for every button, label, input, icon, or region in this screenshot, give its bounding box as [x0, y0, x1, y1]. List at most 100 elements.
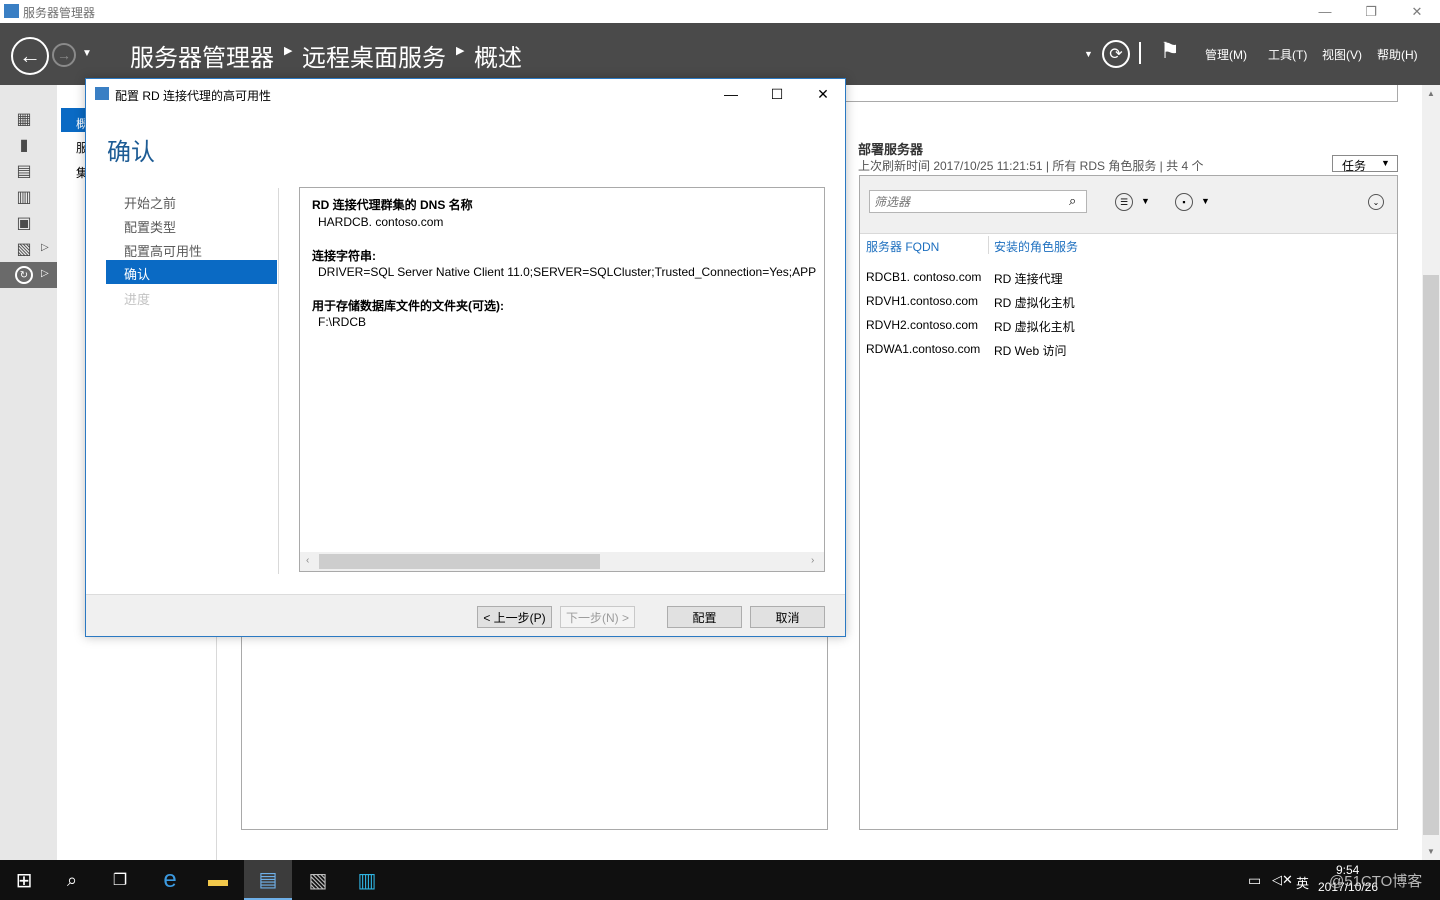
- watermark: @51CTO博客: [1329, 873, 1423, 890]
- back-button[interactable]: ←: [11, 37, 49, 75]
- dashboard-icon[interactable]: ▦: [14, 110, 34, 128]
- menu-view[interactable]: 视图(V): [1322, 46, 1362, 63]
- dns-name-label: RD 连接代理群集的 DNS 名称: [312, 198, 473, 212]
- chevron-down-icon[interactable]: ▼: [1141, 196, 1150, 206]
- scroll-left-icon[interactable]: ‹: [306, 555, 309, 566]
- chevron-down-icon: ▼: [1381, 158, 1390, 168]
- scroll-thumb[interactable]: [1423, 275, 1439, 835]
- connection-string-value: DRIVER=SQL Server Native Client 11.0;SER…: [318, 265, 817, 279]
- ime-indicator[interactable]: 英: [1296, 873, 1309, 892]
- close-button[interactable]: ✕: [1394, 0, 1440, 23]
- scroll-up-icon[interactable]: ▲: [1427, 89, 1435, 98]
- search-icon[interactable]: ⌕: [48, 860, 96, 900]
- cancel-button[interactable]: 取消: [750, 606, 825, 628]
- filter-input[interactable]: [869, 190, 1087, 213]
- horizontal-scrollbar[interactable]: ‹ ›: [300, 552, 824, 571]
- column-divider: [988, 236, 989, 254]
- dialog-title: 配置 RD 连接代理的高可用性: [115, 89, 272, 103]
- volume-muted-icon[interactable]: ◁✕: [1272, 872, 1293, 888]
- server-manager-icon: [95, 87, 109, 100]
- save-query-icon[interactable]: ▪: [1175, 193, 1193, 211]
- dialog-maximize-button[interactable]: ☐: [754, 79, 800, 109]
- refresh-icon[interactable]: ⟳: [1102, 40, 1130, 68]
- server-fqdn-cell[interactable]: RDVH1.contoso.com: [866, 294, 978, 308]
- network-icon[interactable]: ▭: [1248, 872, 1261, 889]
- deploy-servers-panel: ⌕ ☰ ▼ ▪ ▼ ⌄ 服务器 FQDN 安装的角色服务 RDCB1. cont…: [859, 175, 1398, 830]
- ha-config-dialog: 配置 RD 连接代理的高可用性 — ☐ ✕ 确认 开始之前 配置类型 配置高可用…: [85, 78, 846, 637]
- deploy-servers-title: 部署服务器: [858, 142, 924, 157]
- collapse-icon[interactable]: ⌄: [1368, 194, 1384, 210]
- db-folder-label: 用于存储数据库文件的文件夹(可选):: [312, 299, 504, 313]
- expand-arrow-icon: ▷: [41, 268, 49, 279]
- connection-string-label: 连接字符串:: [312, 249, 376, 263]
- dropdown-icon[interactable]: ▼: [1084, 49, 1093, 59]
- breadcrumb-root[interactable]: 服务器管理器: [130, 38, 274, 73]
- start-button[interactable]: ⊞: [0, 860, 48, 900]
- step-before-you-begin[interactable]: 开始之前: [124, 193, 176, 212]
- server-fqdn-cell[interactable]: RDCB1. contoso.com: [866, 270, 981, 284]
- breadcrumb-separator-icon: ▶: [456, 45, 465, 57]
- deploy-refresh-info: 上次刷新时间 2017/10/25 11:21:51 | 所有 RDS 角色服务…: [858, 159, 1204, 173]
- azure-taskbar-icon[interactable]: ▥: [343, 860, 391, 900]
- list-options-icon[interactable]: ☰: [1115, 193, 1133, 211]
- task-view-icon[interactable]: ❐: [96, 860, 144, 900]
- menu-manage[interactable]: 管理(M): [1205, 46, 1247, 63]
- sidebar-item-rds[interactable]: ↻ ▷: [0, 262, 57, 288]
- breadcrumb-separator-icon: ▶: [284, 45, 293, 57]
- server-fqdn-cell[interactable]: RDWA1.contoso.com: [866, 342, 980, 356]
- all-servers-icon[interactable]: ▤: [14, 162, 34, 180]
- file-storage-icon[interactable]: ▥: [14, 188, 34, 206]
- window-titlebar: 服务器管理器 — ❐ ✕: [0, 0, 1440, 23]
- menu-help[interactable]: 帮助(H): [1377, 46, 1418, 63]
- main-scrollbar[interactable]: ▲ ▼: [1422, 85, 1440, 860]
- notifications-flag-icon[interactable]: ⚑: [1160, 38, 1180, 64]
- file-explorer-icon[interactable]: ▬: [194, 860, 242, 900]
- previous-button[interactable]: < 上一步(P): [477, 606, 552, 628]
- dialog-close-button[interactable]: ✕: [800, 79, 846, 109]
- server-fqdn-cell[interactable]: RDVH2.contoso.com: [866, 318, 978, 332]
- minimize-button[interactable]: —: [1302, 0, 1348, 23]
- scroll-thumb[interactable]: [319, 554, 600, 569]
- server-role-cell: RD Web 访问: [994, 344, 1067, 358]
- expand-arrow-icon[interactable]: ▷: [41, 242, 49, 253]
- breadcrumb-rds[interactable]: 远程桌面服务: [302, 38, 446, 73]
- steps-divider: [278, 188, 279, 574]
- internet-explorer-icon[interactable]: e: [146, 860, 194, 900]
- step-confirm-label: 确认: [124, 267, 151, 282]
- step-progress: 进度: [124, 292, 151, 307]
- dns-name-value: HARDCB. contoso.com: [318, 215, 444, 229]
- dialog-minimize-button[interactable]: —: [708, 79, 754, 109]
- dialog-titlebar: 配置 RD 连接代理的高可用性 — ☐ ✕: [86, 79, 845, 109]
- local-server-icon[interactable]: ▮: [14, 136, 34, 154]
- restore-button[interactable]: ❐: [1348, 0, 1394, 23]
- remote-desktop-taskbar-icon[interactable]: ▧: [294, 860, 342, 900]
- column-header-fqdn[interactable]: 服务器 FQDN: [866, 238, 939, 255]
- menu-tools[interactable]: 工具(T): [1268, 46, 1307, 63]
- db-folder-value: F:\RDCB: [318, 315, 366, 329]
- toolbar-divider: [1139, 42, 1141, 64]
- iis-icon[interactable]: ▣: [14, 214, 34, 232]
- dialog-heading: 确认: [107, 139, 155, 166]
- scroll-right-icon[interactable]: ›: [811, 555, 814, 566]
- server-role-cell: RD 虚拟化主机: [994, 320, 1075, 334]
- forward-button[interactable]: →: [52, 43, 76, 67]
- history-dropdown-icon[interactable]: ▼: [82, 48, 92, 59]
- step-config-type[interactable]: 配置类型: [124, 217, 176, 236]
- app-root: 服务器管理器 — ❐ ✕ ← → ▼ 服务器管理器 ▶ 远程桌面服务 ▶ 概述 …: [0, 0, 1440, 900]
- window-title: 服务器管理器: [23, 6, 96, 20]
- tasks-dropdown[interactable]: 任务 ▼: [1332, 155, 1398, 173]
- chevron-down-icon[interactable]: ▼: [1201, 196, 1210, 206]
- dialog-footer: < 上一步(P) 下一步(N) > 配置 取消: [86, 594, 845, 636]
- server-manager-taskbar-icon[interactable]: ▤: [244, 860, 292, 900]
- next-button[interactable]: 下一步(N) >: [560, 606, 635, 628]
- server-manager-icon: [4, 4, 19, 18]
- search-icon[interactable]: ⌕: [1069, 193, 1076, 209]
- column-header-roles[interactable]: 安装的角色服务: [994, 238, 1078, 255]
- roles-icon[interactable]: ▧: [14, 240, 34, 258]
- step-confirm-selected[interactable]: 确认: [106, 260, 277, 284]
- tasks-label: 任务: [1342, 159, 1367, 173]
- step-config-ha[interactable]: 配置高可用性: [124, 241, 202, 260]
- scroll-down-icon[interactable]: ▼: [1427, 847, 1435, 856]
- configure-button[interactable]: 配置: [667, 606, 742, 628]
- rds-icon: ↻: [15, 266, 33, 284]
